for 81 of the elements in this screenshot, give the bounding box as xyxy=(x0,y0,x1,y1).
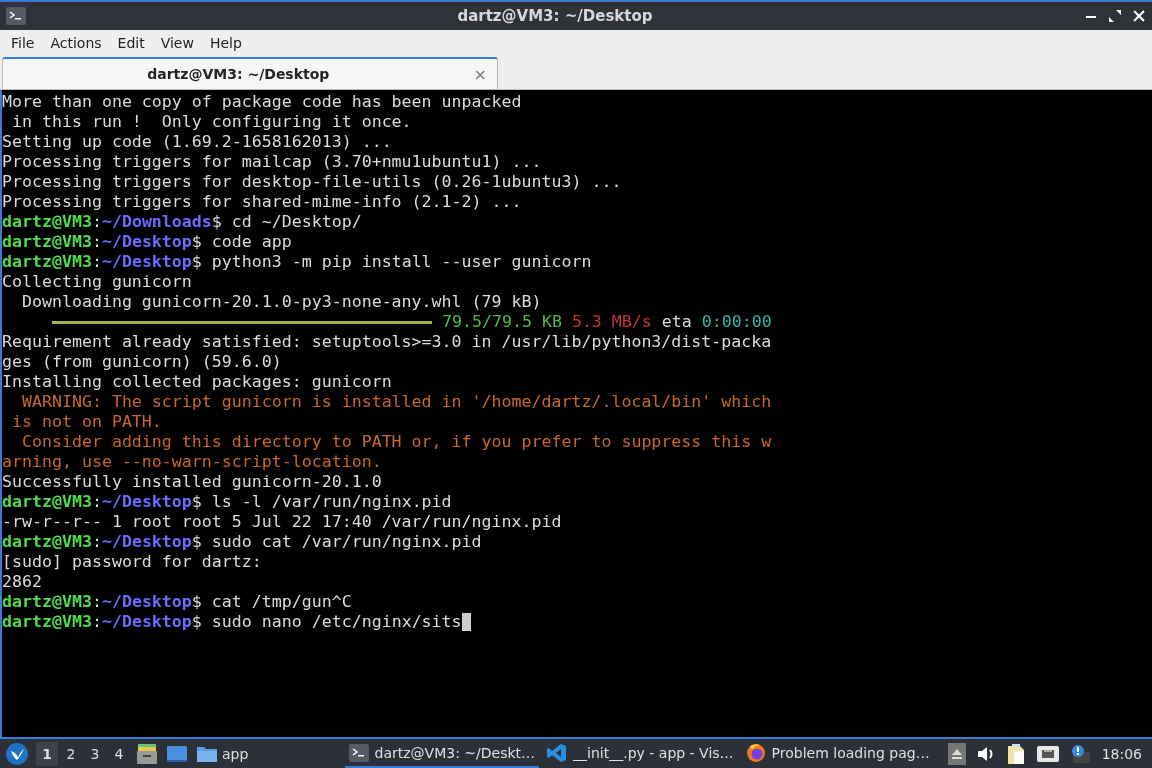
file-cabinet-icon[interactable] xyxy=(136,742,158,765)
launcher-label[interactable]: app xyxy=(222,745,249,762)
menu-item[interactable]: Actions xyxy=(42,34,110,51)
eta-time: 0:00:00 xyxy=(701,312,772,332)
terminal-line: Downloading gunicorn-20.1.0-py3-none-any.whl (79 kB) xyxy=(20,292,542,312)
code-editor-icon xyxy=(547,742,568,763)
prompt-path: ~/Desktop xyxy=(101,232,192,252)
terminal-line: Setting up code (1.69.2-1658162013) ... xyxy=(2,132,392,152)
command-text: $ sudo nano /etc/nginx/sits xyxy=(191,612,462,632)
network-icon[interactable] xyxy=(1035,743,1060,764)
terminal-line: Processing triggers for mailcap (3.70+nmu1ubuntu1) ... xyxy=(2,152,542,172)
terminal-text: : xyxy=(91,212,102,232)
terminal-text: eta xyxy=(661,312,692,332)
terminal-line: Collecting gunicorn xyxy=(2,272,192,292)
terminal-line: Requirement already satisfied: setuptools>=3.0 in /usr/lib/python3/dist-packa xyxy=(2,332,772,352)
close-tab-button[interactable]: × xyxy=(473,64,487,84)
prompt-user: dartz@VM3 xyxy=(2,592,92,612)
prompt-user: dartz@VM3 xyxy=(2,252,92,272)
download-size: 79.5/79.5 KB xyxy=(442,312,562,332)
clipboard-icon[interactable] xyxy=(1005,742,1026,765)
prompt-path: ~/Downloads xyxy=(101,212,212,232)
start-menu-icon[interactable] xyxy=(6,742,28,765)
warning-line: WARNING: The script gunicorn is installed in '/home/dartz/.local/bin' which xyxy=(20,392,772,412)
prompt-user: dartz@VM3 xyxy=(2,532,92,552)
terminal-icon xyxy=(6,7,26,25)
workspace-button[interactable]: 1 xyxy=(36,741,58,766)
prompt-path: ~/Desktop xyxy=(101,492,192,512)
eject-icon[interactable] xyxy=(947,742,966,765)
prompt-path: ~/Desktop xyxy=(101,612,192,632)
prompt-user: dartz@VM3 xyxy=(2,612,92,632)
terminal-line: Processing triggers for desktop-file-utils (0.26-1ubuntu3) ... xyxy=(2,172,622,192)
terminal-line: -rw-r--r-- 1 root root 5 Jul 22 17:40 /var/run/nginx.pid xyxy=(2,512,562,532)
text-cursor xyxy=(461,613,471,631)
menu-item[interactable]: Edit xyxy=(109,34,153,51)
command-text: $ cat /tmp/gun^C xyxy=(191,592,352,612)
terminal-line: Installing collected packages: gunicorn xyxy=(2,372,392,392)
warning-line: is not on PATH. xyxy=(11,412,162,432)
command-text: $ cd ~/Desktop/ xyxy=(211,212,362,232)
terminal-tab[interactable]: dartz@VM3: ~/Desktop × xyxy=(2,57,498,89)
taskbar-task[interactable]: dartz@VM3: ~/Deskt… xyxy=(344,739,540,768)
menu-item[interactable]: Help xyxy=(201,34,250,51)
window-title: dartz@VM3: ~/Desktop xyxy=(456,7,654,25)
workspace-button[interactable]: 3 xyxy=(84,741,106,766)
terminal-line: Successfully installed gunicorn-20.1.0 xyxy=(2,472,382,492)
terminal-line: More than one copy of package code has been unpacked xyxy=(2,92,522,112)
window-icon[interactable] xyxy=(166,743,188,764)
terminal-line: in this run ! Only configuring it once. xyxy=(11,112,412,132)
terminal-text: : xyxy=(91,612,102,632)
terminal-text: : xyxy=(91,252,102,272)
prompt-user: dartz@VM3 xyxy=(2,212,92,232)
menu-item[interactable]: File xyxy=(3,34,43,51)
terminal-line: ges (from gunicorn) (59.6.0) xyxy=(2,352,282,372)
clock: 18:06 xyxy=(1101,745,1142,762)
command-text: $ code app xyxy=(191,232,292,252)
terminal-text: : xyxy=(91,492,102,512)
maximize-icon[interactable] xyxy=(1108,9,1122,23)
terminal-line: 2862 xyxy=(2,572,42,592)
menu-item[interactable]: View xyxy=(152,34,202,51)
command-text: $ python3 -m pip install --user gunicorn xyxy=(191,252,592,272)
close-icon[interactable] xyxy=(1132,9,1146,23)
terminal-icon xyxy=(348,743,369,762)
terminal-line: Processing triggers for shared-mime-info (2.1-2) ... xyxy=(2,192,522,212)
workspace-button[interactable]: 4 xyxy=(108,741,130,766)
prompt-path: ~/Desktop xyxy=(101,532,192,552)
notification-icon[interactable] xyxy=(1069,743,1090,764)
taskbar-task[interactable]: Problem loading pag… xyxy=(741,739,934,768)
terminal-text: : xyxy=(91,532,102,552)
workspace-button[interactable]: 2 xyxy=(60,741,82,766)
warning-line: arning, use --no-warn-script-location. xyxy=(2,452,382,472)
prompt-path: ~/Desktop xyxy=(101,592,192,612)
warning-line: Consider adding this directory to PATH or, if you prefer to suppress this w xyxy=(20,432,772,452)
prompt-user: dartz@VM3 xyxy=(2,492,92,512)
download-speed: 5.3 MB/s xyxy=(571,312,652,332)
terminal-text: : xyxy=(91,232,102,252)
terminal-line: [sudo] password for dartz: xyxy=(2,552,262,572)
prompt-user: dartz@VM3 xyxy=(2,232,92,252)
command-text: $ ls -l /var/run/nginx.pid xyxy=(191,492,452,512)
prompt-path: ~/Desktop xyxy=(101,252,192,272)
taskbar-task[interactable]: __init__.py - app - Vis… xyxy=(543,739,738,768)
terminal-text: : xyxy=(91,592,102,612)
command-text: $ sudo cat /var/run/nginx.pid xyxy=(191,532,482,552)
